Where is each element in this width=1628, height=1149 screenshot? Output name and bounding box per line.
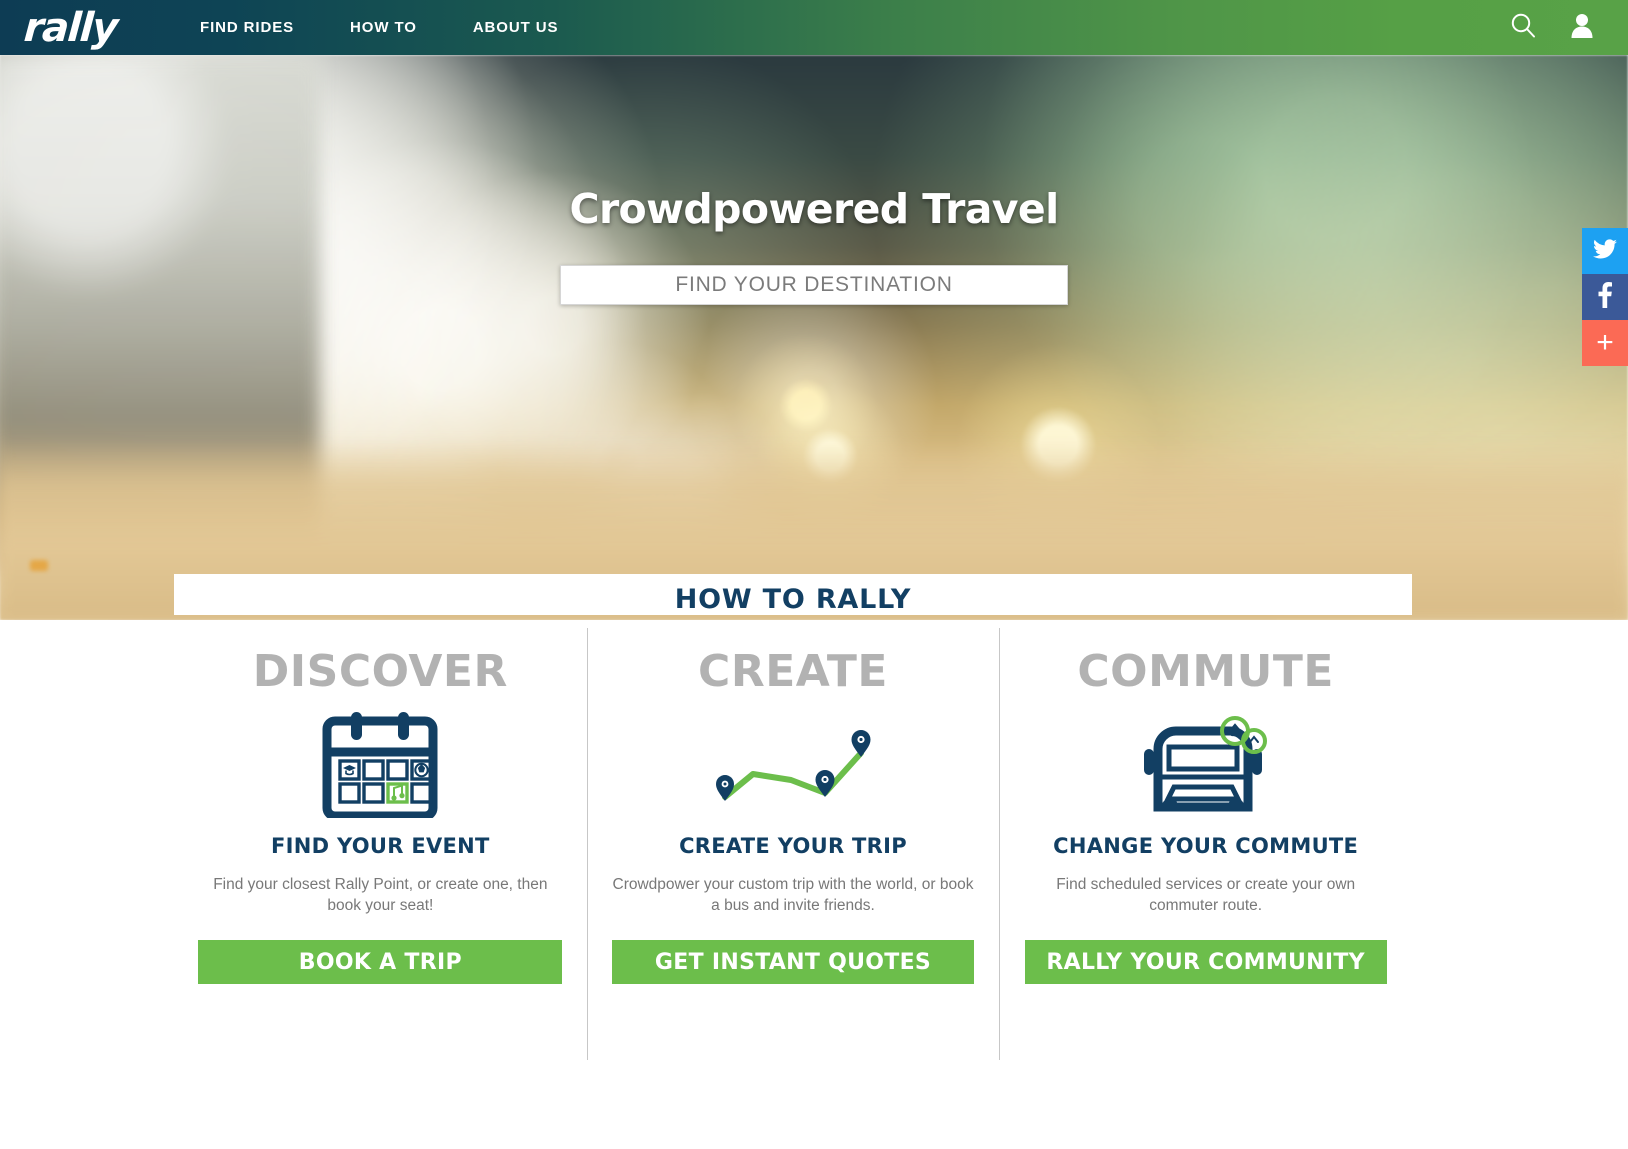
book-a-trip-button[interactable]: BOOK A TRIP [198, 940, 563, 984]
header-actions [1510, 12, 1628, 43]
column-description-create: Crowdpower your custom trip with the wor… [612, 876, 974, 914]
calendar-icon [319, 698, 441, 830]
facebook-icon [1598, 281, 1612, 313]
hero-title: Crowdpowered Travel [569, 185, 1059, 233]
destination-search-input[interactable] [561, 266, 1067, 304]
social-share-rail: + [1582, 228, 1628, 366]
section-title: HOW TO RALLY [674, 584, 912, 615]
nav-item-find-rides[interactable]: FIND RIDES [172, 0, 322, 55]
destination-search-box[interactable] [560, 265, 1068, 305]
column-create: CREATE CREATE YOUR TRIP Crowdpower your … [586, 628, 1000, 1088]
user-icon[interactable] [1570, 12, 1594, 43]
column-discover: DISCOVER FIND YOUR EVENT Find your close… [174, 628, 587, 1088]
column-heading-create: CREATE YOUR TRIP [679, 834, 907, 858]
get-instant-quotes-button[interactable]: GET INSTANT QUOTES [612, 940, 974, 984]
column-kicker-create: CREATE [698, 646, 888, 697]
main-nav: FIND RIDES HOW TO ABOUT US [172, 0, 586, 55]
bus-icon [1140, 698, 1272, 830]
twitter-share-button[interactable] [1582, 228, 1628, 274]
twitter-icon [1593, 238, 1617, 264]
brand-wordmark: rally [22, 4, 119, 51]
logo[interactable]: rally [0, 4, 160, 51]
column-description-discover: Find your closest Rally Point, or create… [213, 876, 548, 914]
nav-item-about-us[interactable]: ABOUT US [445, 0, 587, 55]
site-header: rally FIND RIDES HOW TO ABOUT US [0, 0, 1628, 55]
column-kicker-discover: DISCOVER [252, 646, 508, 697]
search-icon[interactable] [1510, 12, 1536, 43]
nav-item-how-to[interactable]: HOW TO [322, 0, 445, 55]
column-heading-commute: CHANGE YOUR COMMUTE [1053, 834, 1359, 858]
plus-icon: + [1596, 326, 1614, 359]
rally-your-community-button[interactable]: RALLY YOUR COMMUNITY [1024, 940, 1387, 984]
column-description-commute: Find scheduled services or create your o… [1056, 876, 1356, 914]
column-heading-discover: FIND YOUR EVENT [271, 834, 490, 858]
column-kicker-commute: COMMUTE [1077, 646, 1334, 697]
column-commute: COMMUTE CHANGE YOUR COMMUTE Find schedul… [999, 628, 1412, 1088]
more-share-button[interactable]: + [1582, 320, 1628, 366]
hero-banner: Crowdpowered Travel [0, 55, 1628, 620]
facebook-share-button[interactable] [1582, 274, 1628, 320]
how-to-rally-panel: HOW TO RALLY [174, 574, 1412, 615]
how-to-columns: DISCOVER FIND YOUR EVENT Find your close… [174, 628, 1412, 1088]
route-map-pins-icon [713, 698, 873, 830]
